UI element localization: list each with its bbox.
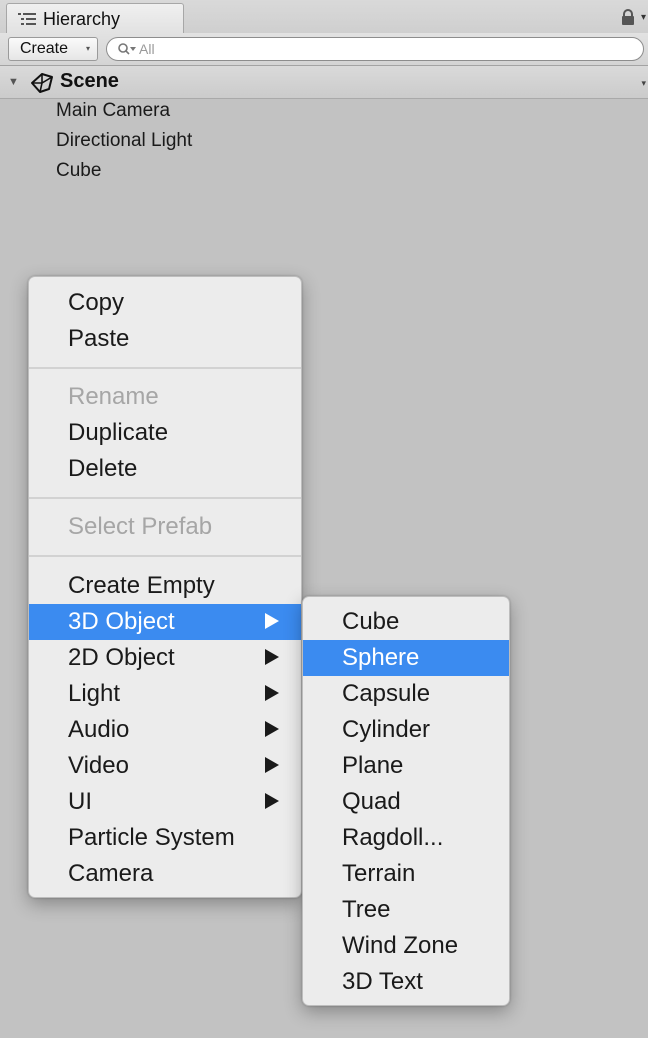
- menu-item-ui[interactable]: UI: [29, 784, 301, 820]
- menu-item-label: Select Prefab: [68, 513, 213, 540]
- menu-item-video[interactable]: Video: [29, 748, 301, 784]
- menu-item-label: UI: [68, 788, 92, 815]
- menu-item-paste[interactable]: Paste: [29, 321, 301, 357]
- menu-item-label: Duplicate: [68, 419, 169, 446]
- menu-item-label: Rename: [68, 383, 159, 410]
- tab-hierarchy[interactable]: Hierarchy: [6, 3, 184, 33]
- submenu-item-sphere[interactable]: Sphere: [303, 640, 509, 676]
- create-button-label: Create: [20, 40, 69, 57]
- search-field[interactable]: [106, 37, 644, 61]
- menu-item-audio[interactable]: Audio: [29, 712, 301, 748]
- submenu-item-capsule[interactable]: Capsule: [303, 676, 509, 712]
- dropdown-triangle-icon[interactable]: ▾: [641, 12, 646, 23]
- scene-options-icon[interactable]: ▾: [641, 78, 646, 89]
- search-input[interactable]: [139, 40, 619, 58]
- menu-item-label: Video: [68, 752, 129, 779]
- hierarchy-toolbar: Create ▾: [0, 33, 648, 66]
- menu-item-label: 2D Object: [68, 644, 175, 671]
- menu-item-2d-object[interactable]: 2D Object: [29, 640, 301, 676]
- search-icon: [118, 43, 136, 55]
- submenu-item-label: Sphere: [342, 644, 420, 671]
- menu-item-label: 3D Object: [68, 608, 175, 635]
- create-button[interactable]: Create ▾: [8, 37, 98, 61]
- submenu-arrow-icon: [265, 613, 279, 629]
- hierarchy-item-directional-light[interactable]: Directional Light: [56, 130, 192, 152]
- menu-separator: [29, 497, 301, 499]
- submenu-item-wind-zone[interactable]: Wind Zone: [303, 928, 509, 964]
- menu-item-label: Particle System: [68, 824, 235, 851]
- scene-label: Scene: [60, 70, 119, 92]
- submenu-arrow-icon: [265, 649, 279, 665]
- submenu-arrow-icon: [265, 721, 279, 737]
- tab-bar: Hierarchy ▾: [0, 0, 648, 34]
- lock-icon[interactable]: [620, 9, 636, 25]
- submenu-item-plane[interactable]: Plane: [303, 748, 509, 784]
- submenu-item-tree[interactable]: Tree: [303, 892, 509, 928]
- menu-item-label: Paste: [68, 325, 130, 352]
- submenu-item-label: Plane: [342, 752, 404, 779]
- submenu-item-terrain[interactable]: Terrain: [303, 856, 509, 892]
- tab-label: Hierarchy: [43, 9, 121, 29]
- unity-scene-icon: [31, 73, 53, 93]
- submenu-item-cube[interactable]: Cube: [303, 604, 509, 640]
- submenu-item-label: Tree: [342, 896, 391, 923]
- submenu-3d-object: Cube Sphere Capsule Cylinder Plane Quad …: [302, 596, 510, 1006]
- submenu-item-label: Terrain: [342, 860, 416, 887]
- submenu-arrow-icon: [265, 685, 279, 701]
- menu-item-label: Copy: [68, 289, 125, 316]
- menu-item-3d-object[interactable]: 3D Object: [29, 604, 301, 640]
- submenu-item-label: Ragdoll...: [342, 824, 444, 851]
- submenu-item-label: Capsule: [342, 680, 431, 707]
- scene-header[interactable]: ▼ Scene ▾: [0, 66, 648, 99]
- hierarchy-item-cube[interactable]: Cube: [56, 160, 101, 182]
- menu-item-label: Create Empty: [68, 572, 215, 599]
- submenu-item-label: Quad: [342, 788, 401, 815]
- submenu-arrow-icon: [265, 793, 279, 809]
- submenu-item-label: Cube: [342, 608, 400, 635]
- menu-separator: [29, 367, 301, 369]
- menu-item-create-empty[interactable]: Create Empty: [29, 568, 301, 604]
- submenu-item-label: Wind Zone: [342, 932, 459, 959]
- submenu-item-ragdoll[interactable]: Ragdoll...: [303, 820, 509, 856]
- context-menu: Copy Paste Rename Duplicate Delete Selec…: [28, 276, 302, 898]
- submenu-item-quad[interactable]: Quad: [303, 784, 509, 820]
- menu-item-duplicate[interactable]: Duplicate: [29, 415, 301, 451]
- submenu-arrow-icon: [265, 757, 279, 773]
- submenu-item-label: 3D Text: [342, 968, 423, 995]
- hierarchy-item-main-camera[interactable]: Main Camera: [56, 100, 170, 122]
- menu-item-select-prefab: Select Prefab: [29, 509, 301, 545]
- expand-triangle-icon[interactable]: ▼: [8, 76, 19, 88]
- menu-item-label: Delete: [68, 455, 138, 482]
- submenu-item-3d-text[interactable]: 3D Text: [303, 964, 509, 1000]
- hierarchy-list-icon: [18, 13, 36, 25]
- menu-item-label: Light: [68, 680, 121, 707]
- submenu-item-label: Cylinder: [342, 716, 431, 743]
- menu-item-delete[interactable]: Delete: [29, 451, 301, 487]
- menu-item-camera[interactable]: Camera: [29, 856, 301, 892]
- menu-item-label: Camera: [68, 860, 154, 887]
- menu-item-rename: Rename: [29, 379, 301, 415]
- chevron-down-icon: ▾: [85, 44, 90, 53]
- menu-item-particle-system[interactable]: Particle System: [29, 820, 301, 856]
- menu-item-label: Audio: [68, 716, 130, 743]
- submenu-item-cylinder[interactable]: Cylinder: [303, 712, 509, 748]
- menu-item-copy[interactable]: Copy: [29, 285, 301, 321]
- menu-item-light[interactable]: Light: [29, 676, 301, 712]
- menu-separator: [29, 555, 301, 557]
- hierarchy-window: Hierarchy ▾ Create ▾ ▼ Scene ▾: [0, 0, 648, 1038]
